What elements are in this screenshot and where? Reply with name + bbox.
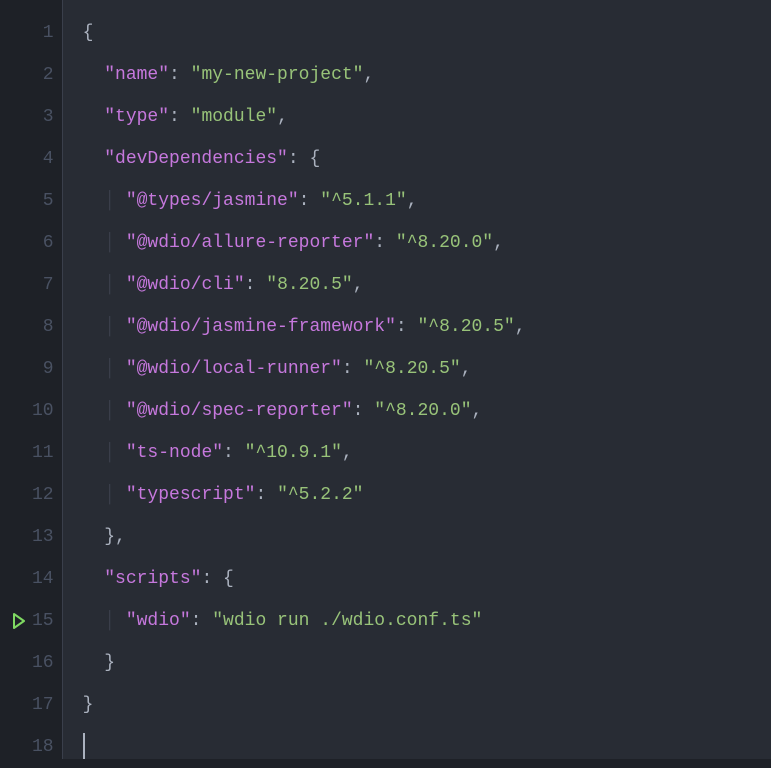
- line-number: 15: [12, 600, 54, 642]
- code-editor: 1 2 3 4 5 6 7 8 9 10 11 12 13 14 15 16 1…: [0, 0, 771, 759]
- code-line: "devDependencies": {: [63, 138, 771, 180]
- code-line: │ "@types/jasmine": "^5.1.1",: [63, 180, 771, 222]
- run-icon[interactable]: [12, 613, 26, 629]
- line-number: 16: [12, 642, 54, 684]
- line-number: 12: [12, 474, 54, 516]
- code-line: "type": "module",: [63, 96, 771, 138]
- code-line: │ "@wdio/jasmine-framework": "^8.20.5",: [63, 306, 771, 348]
- line-number: 9: [12, 348, 54, 390]
- code-line: "scripts": {: [63, 558, 771, 600]
- line-number: 2: [12, 54, 54, 96]
- line-number: 1: [12, 12, 54, 54]
- code-line: │ "typescript": "^5.2.2": [63, 474, 771, 516]
- code-line: │ "@wdio/allure-reporter": "^8.20.0",: [63, 222, 771, 264]
- code-line: │ "wdio": "wdio run ./wdio.conf.ts": [63, 600, 771, 642]
- code-line: [63, 726, 771, 768]
- line-number-gutter: 1 2 3 4 5 6 7 8 9 10 11 12 13 14 15 16 1…: [0, 0, 62, 759]
- code-line: │ "ts-node": "^10.9.1",: [63, 432, 771, 474]
- code-line: {: [63, 12, 771, 54]
- line-number: 3: [12, 96, 54, 138]
- line-number: 18: [12, 726, 54, 768]
- code-line: │ "@wdio/spec-reporter": "^8.20.0",: [63, 390, 771, 432]
- code-line: │ "@wdio/local-runner": "^8.20.5",: [63, 348, 771, 390]
- code-content[interactable]: { "name": "my-new-project", "type": "mod…: [62, 0, 771, 759]
- line-number: 17: [12, 684, 54, 726]
- code-line: }: [63, 684, 771, 726]
- line-number: 11: [12, 432, 54, 474]
- line-number: 14: [12, 558, 54, 600]
- line-number: 6: [12, 222, 54, 264]
- line-number: 13: [12, 516, 54, 558]
- cursor-icon: [83, 733, 85, 759]
- line-number: 5: [12, 180, 54, 222]
- code-line: "name": "my-new-project",: [63, 54, 771, 96]
- code-line: },: [63, 516, 771, 558]
- code-line: │ "@wdio/cli": "8.20.5",: [63, 264, 771, 306]
- code-line: }: [63, 642, 771, 684]
- line-number: 7: [12, 264, 54, 306]
- line-number: 4: [12, 138, 54, 180]
- line-number: 10: [12, 390, 54, 432]
- line-number: 8: [12, 306, 54, 348]
